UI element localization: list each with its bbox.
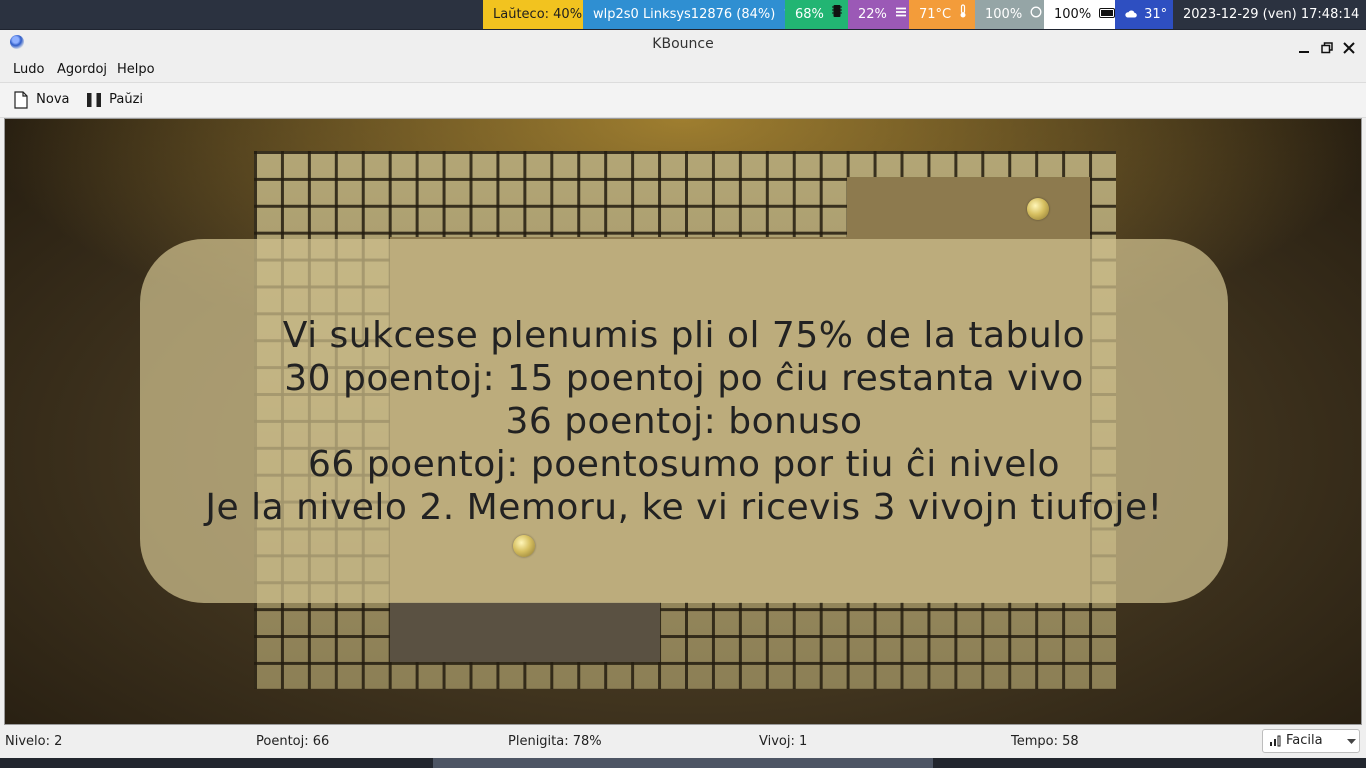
menu-ludo[interactable]: Ludo — [13, 62, 44, 77]
chevron-down-icon — [1347, 739, 1356, 744]
battery-text: 100% — [1054, 7, 1092, 22]
minimize-button[interactable] — [1297, 37, 1311, 53]
toolbar: Nova Paŭzi — [0, 82, 1366, 118]
temperature-indicator[interactable]: 71°C — [909, 0, 975, 29]
weather-indicator[interactable]: 31° — [1115, 0, 1173, 29]
taskbar — [0, 758, 1366, 768]
message-line: 66 poentoj: poentosumo por tiu ĉi nivelo — [308, 444, 1060, 485]
message-line: Vi sukcese plenumis pli ol 75% de la tab… — [282, 315, 1086, 356]
thermometer-icon — [959, 0, 967, 29]
cpu-icon — [832, 0, 843, 29]
new-game-label: Nova — [36, 92, 70, 107]
pause-button[interactable]: Paŭzi — [86, 83, 143, 117]
memory-text: 22% — [858, 7, 887, 22]
open-area-bottom — [390, 602, 660, 662]
pause-label: Paŭzi — [109, 92, 144, 107]
title-bar[interactable]: KBounce — [0, 30, 1366, 59]
system-status-bar: Laŭteco: 40% wlp2s0 Linksys12876 (84%) 6… — [0, 0, 1366, 29]
menu-agordoj[interactable]: Agordoj — [57, 62, 107, 77]
cpu-indicator[interactable]: 68% — [785, 0, 848, 29]
open-area-top-right — [847, 177, 1090, 237]
active-task-indicator[interactable] — [433, 758, 933, 768]
wifi-text: wlp2s0 Linksys12876 (84%) — [593, 7, 776, 22]
game-field[interactable]: Vi sukcese plenumis pli ol 75% de la tab… — [4, 118, 1362, 725]
brightness-text: 100% — [985, 7, 1023, 22]
close-button[interactable] — [1342, 37, 1356, 54]
wifi-indicator[interactable]: wlp2s0 Linksys12876 (84%) — [583, 0, 799, 29]
new-game-button[interactable]: Nova — [13, 83, 69, 117]
difficulty-select[interactable]: Facila — [1262, 729, 1360, 753]
restore-icon — [1321, 42, 1333, 54]
clock-text: 2023-12-29 (ven) 17:48:14 — [1183, 7, 1360, 22]
menu-helpo[interactable]: Helpo — [117, 62, 155, 77]
battery-indicator[interactable]: 100% — [1044, 0, 1118, 29]
message-line: Je la nivelo 2. Memoru, ke vi ricevis 3 … — [205, 487, 1163, 528]
kbounce-logo-icon — [10, 35, 24, 49]
score-status: Poentoj: 66 — [256, 734, 330, 749]
new-document-icon — [14, 90, 28, 109]
lives-status: Vivoj: 1 — [759, 734, 808, 749]
window-title: KBounce — [652, 36, 714, 52]
ball — [1027, 198, 1049, 220]
weather-cloud-icon — [1125, 0, 1137, 29]
cpu-text: 68% — [795, 7, 824, 22]
minimize-icon — [1299, 51, 1309, 53]
pause-icon — [87, 92, 101, 107]
volume-indicator[interactable]: Laŭteco: 40% — [483, 0, 583, 29]
ball — [513, 535, 535, 557]
memory-indicator[interactable]: 22% — [848, 0, 909, 29]
time-status: Tempo: 58 — [1011, 734, 1079, 749]
kbounce-window: KBounce Ludo Agordoj Helpo Nova Paŭzi Vi… — [0, 30, 1366, 758]
difficulty-value: Facila — [1286, 733, 1323, 748]
difficulty-bars-icon — [1270, 735, 1281, 747]
message-line: 30 poentoj: 15 poentoj po ĉiu restanta v… — [284, 358, 1084, 399]
weather-text: 31° — [1144, 7, 1168, 22]
brightness-icon — [1030, 0, 1042, 29]
volume-text: Laŭteco: 40% — [493, 7, 583, 22]
brightness-indicator[interactable]: 100% — [975, 0, 1044, 29]
message-line: 36 poentoj: bonuso — [505, 401, 863, 442]
menu-bar: Ludo Agordoj Helpo — [0, 59, 1366, 81]
close-icon — [1343, 42, 1355, 54]
level-complete-message: Vi sukcese plenumis pli ol 75% de la tab… — [140, 314, 1228, 529]
level-status: Nivelo: 2 — [5, 734, 63, 749]
clock-indicator[interactable]: 2023-12-29 (ven) 17:48:14 — [1173, 0, 1366, 29]
memory-icon — [895, 0, 907, 29]
status-bar: Nivelo: 2 Poentoj: 66 Plenigita: 78% Viv… — [0, 727, 1366, 755]
maximize-button[interactable] — [1320, 37, 1334, 54]
temperature-text: 71°C — [919, 7, 952, 22]
filled-status: Plenigita: 78% — [508, 734, 602, 749]
